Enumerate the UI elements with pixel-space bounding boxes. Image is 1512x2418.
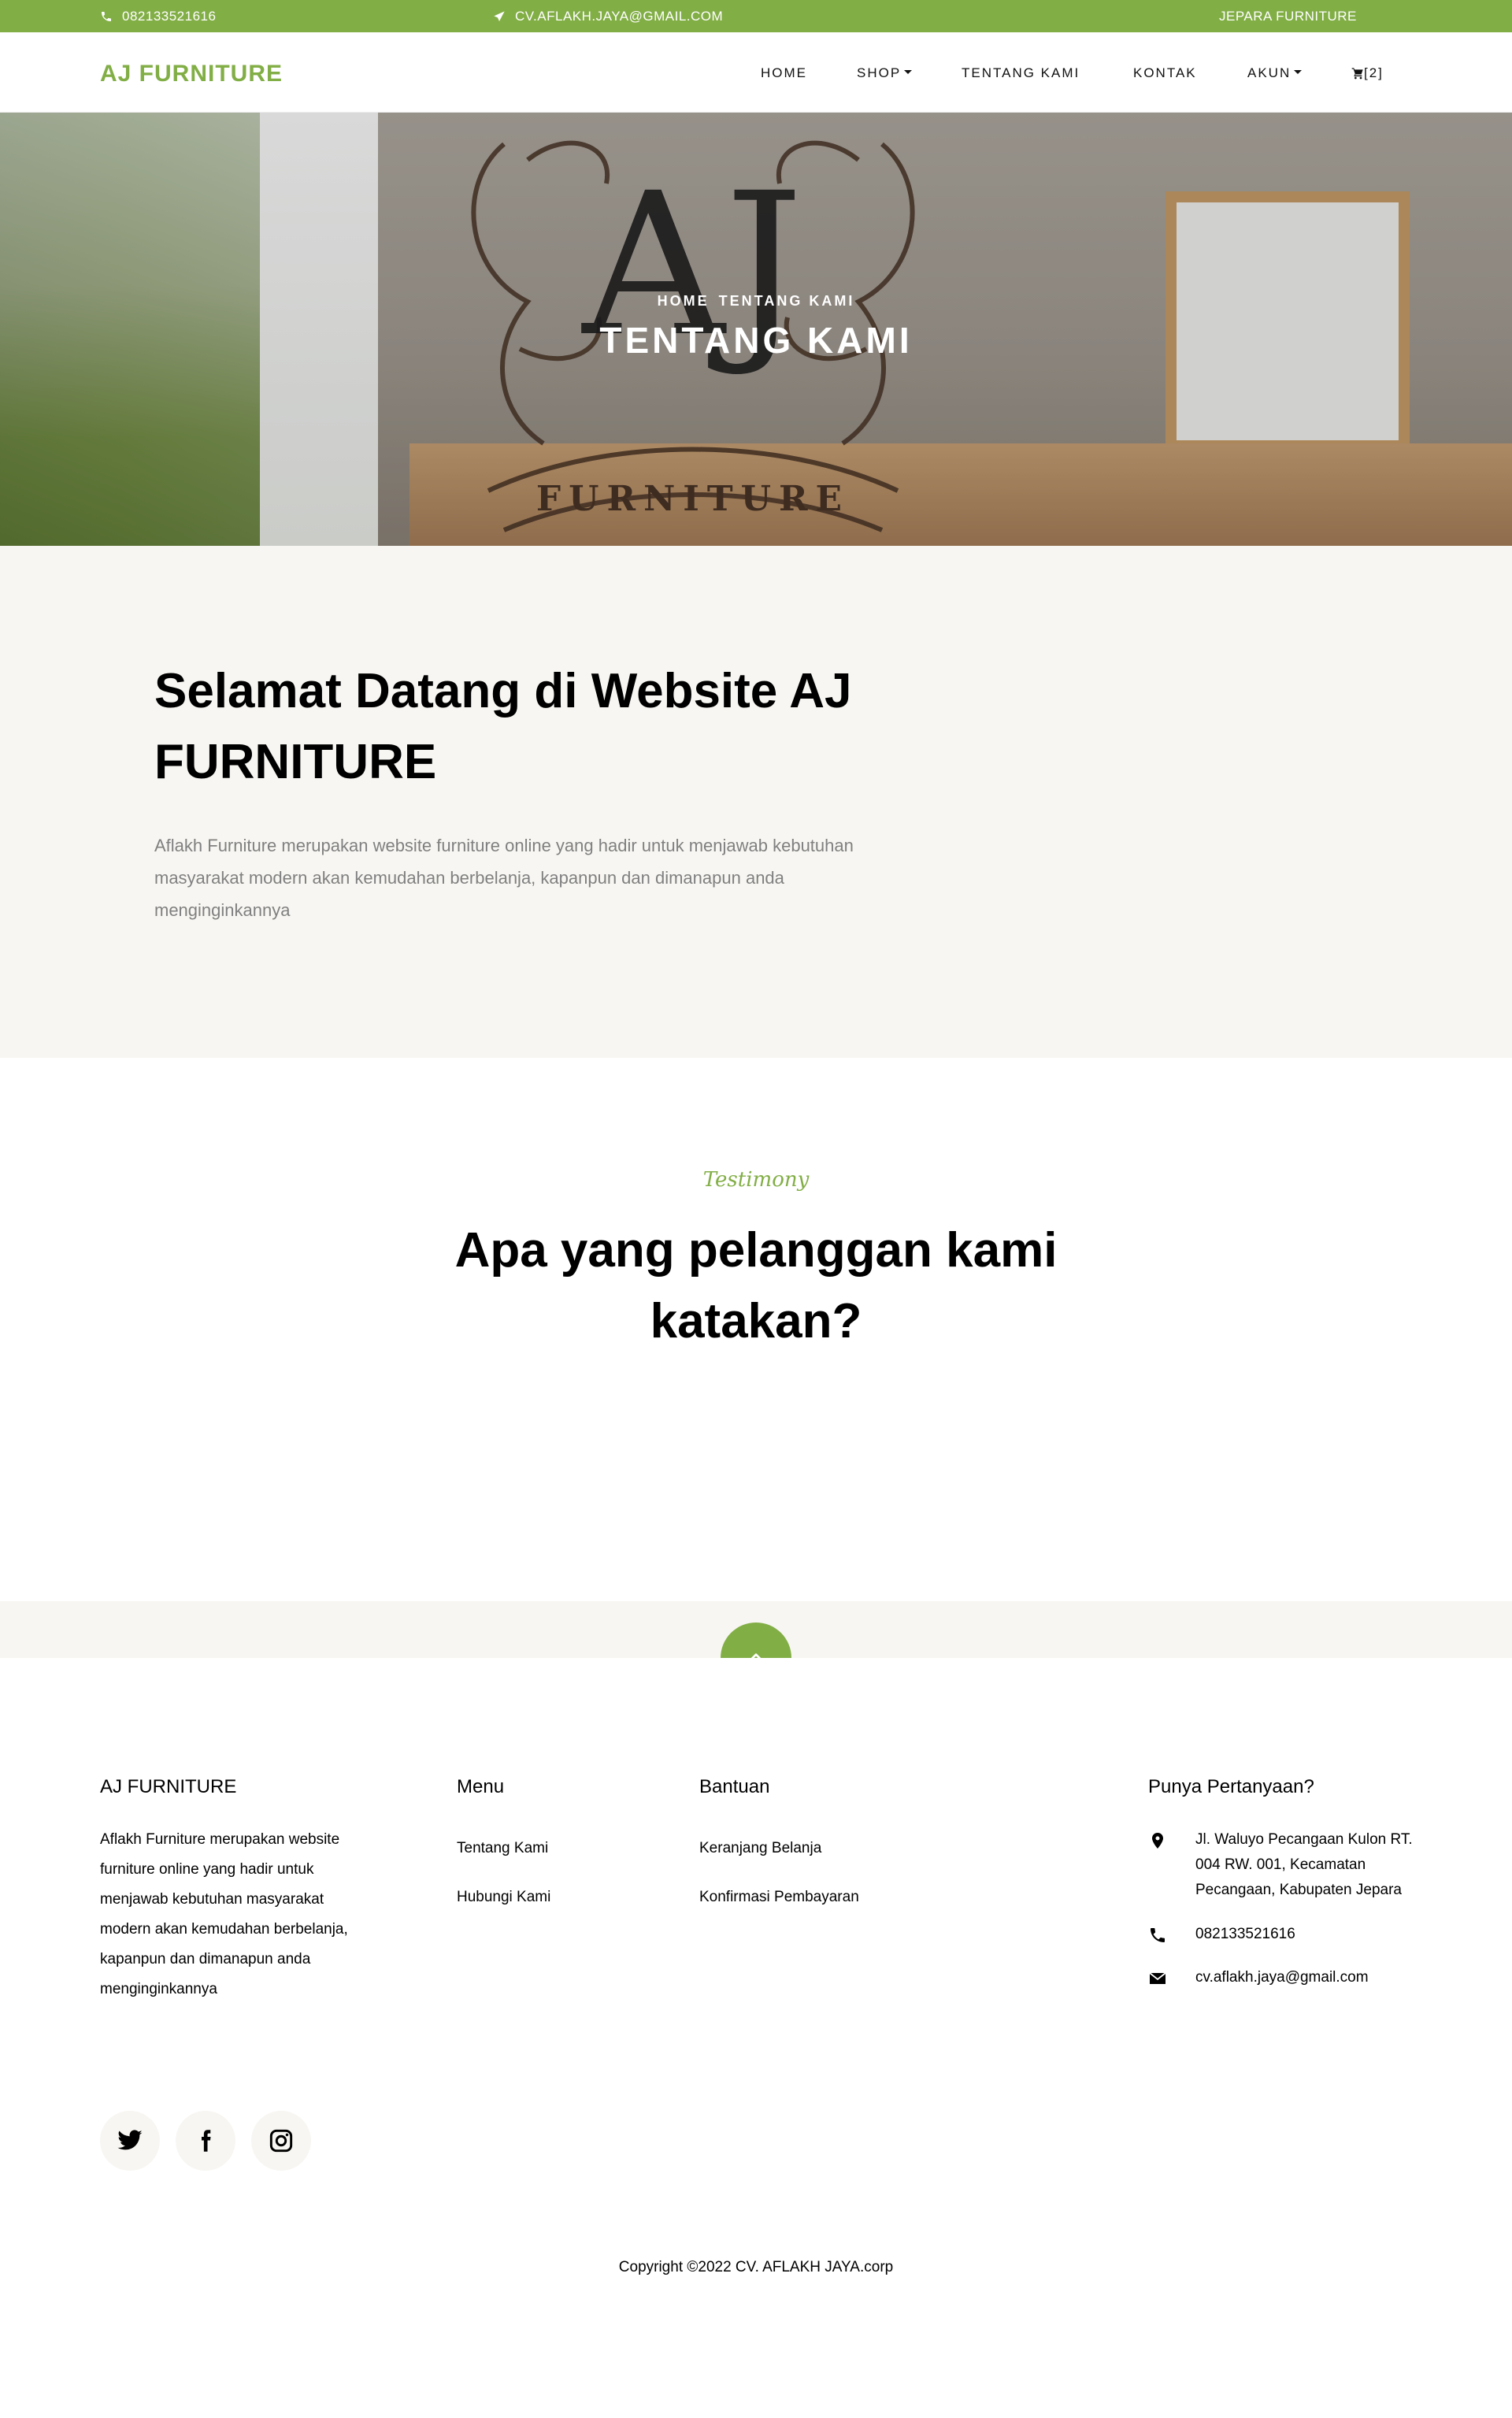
- instagram-button[interactable]: [251, 2111, 311, 2171]
- footer: AJ FURNITURE Aflakh Furniture merupakan …: [0, 1658, 1512, 2418]
- footer-link-konfirmasi[interactable]: Konfirmasi Pembayaran: [699, 1889, 859, 1906]
- topbar-phone-text: 082133521616: [122, 9, 217, 24]
- footer-email-text[interactable]: cv.aflakh.jaya@gmail.com: [1195, 1965, 1432, 1990]
- footer-link-hubungi-kami[interactable]: Hubungi Kami: [457, 1889, 550, 1906]
- hero-banner: AJ FURNITURE HOME TENTANG KAMI TENTANG KA…: [0, 113, 1512, 546]
- nav-home-label: HOME: [761, 65, 807, 80]
- phone-icon: [1151, 1928, 1165, 1942]
- footer-phone-text[interactable]: 082133521616: [1195, 1922, 1432, 1947]
- paper-plane-icon: [494, 11, 505, 21]
- facebook-button[interactable]: [176, 2111, 235, 2171]
- phone-icon: [102, 12, 111, 21]
- twitter-icon: [117, 2130, 143, 2150]
- topbar-tagline: JEPARA FURNITURE: [1219, 9, 1357, 24]
- nav-home[interactable]: HOME: [761, 65, 807, 81]
- footer-brand-text: Aflakh Furniture merupakan website furni…: [100, 1831, 348, 1997]
- instagram-icon: [269, 2129, 293, 2153]
- nav-tentang-kami[interactable]: TENTANG KAMI: [962, 65, 1080, 81]
- caret-down-icon: [904, 70, 913, 74]
- topbar-phone: 082133521616: [100, 9, 216, 24]
- cart-count: [2]: [1364, 65, 1384, 80]
- navbar: AJ FURNITURE HOME SHOP TENTANG KAMI KONT…: [0, 32, 1512, 113]
- nav-akun[interactable]: AKUN: [1247, 65, 1303, 81]
- testimony-heading: Apa yang pelanggan kami katakan?: [454, 1223, 1058, 1348]
- nav-shop[interactable]: SHOP: [857, 65, 913, 81]
- nav-kontak-label: KONTAK: [1133, 65, 1197, 80]
- breadcrumb-current: TENTANG KAMI: [718, 293, 855, 309]
- topbar-email: CV.AFLAKH.JAYA@GMAIL.COM: [493, 9, 723, 24]
- envelope-icon: [1149, 1972, 1166, 1984]
- testimony-subheading: Testimony: [702, 1168, 810, 1192]
- page-title: TENTANG KAMI: [599, 320, 913, 361]
- top-bar: 082133521616 CV.AFLAKH.JAYA@GMAIL.COM JE…: [0, 0, 1512, 32]
- brand-logo[interactable]: AJ FURNITURE: [100, 61, 283, 87]
- topbar-email-text: CV.AFLAKH.JAYA@GMAIL.COM: [515, 9, 724, 24]
- topbar-tagline-text: JEPARA FURNITURE: [1219, 9, 1357, 24]
- footer-link-tentang-kami[interactable]: Tentang Kami: [457, 1840, 548, 1857]
- breadcrumb: HOME TENTANG KAMI: [0, 293, 1512, 310]
- map-marker-icon: [1152, 1833, 1163, 1849]
- twitter-button[interactable]: [100, 2111, 160, 2171]
- nav-cart[interactable]: [2]: [1351, 65, 1384, 81]
- footer-address-text: Jl. Waluyo Pecangaan Kulon RT. 004 RW. 0…: [1195, 1831, 1413, 1898]
- footer-link-keranjang[interactable]: Keranjang Belanja: [699, 1840, 821, 1857]
- footer-contact-title: Punya Pertanyaan?: [1148, 1776, 1314, 1797]
- nav-akun-label: AKUN: [1247, 65, 1292, 80]
- facebook-icon: [202, 2130, 211, 2152]
- nav-shop-label: SHOP: [857, 65, 902, 80]
- footer-menu-title: Menu: [457, 1776, 505, 1797]
- caret-down-icon: [1294, 70, 1303, 74]
- footer-help-title: Bantuan: [699, 1776, 770, 1797]
- footer-brand-title: AJ FURNITURE: [100, 1776, 237, 1797]
- nav-kontak[interactable]: KONTAK: [1133, 65, 1197, 81]
- about-text: Aflakh Furniture merupakan website furni…: [154, 836, 854, 920]
- nav-tentang-kami-label: TENTANG KAMI: [962, 65, 1080, 80]
- cart-icon: [1351, 68, 1363, 80]
- copyright: Copyright ©2022 CV. AFLAKH JAYA.corp: [618, 2259, 894, 2275]
- about-section: Selamat Datang di Website AJ FURNITURE A…: [0, 546, 1512, 1058]
- testimony-section: Testimony Apa yang pelanggan kami kataka…: [0, 1058, 1512, 1601]
- breadcrumb-home[interactable]: HOME: [658, 293, 710, 309]
- about-heading: Selamat Datang di Website AJ FURNITURE: [154, 664, 852, 789]
